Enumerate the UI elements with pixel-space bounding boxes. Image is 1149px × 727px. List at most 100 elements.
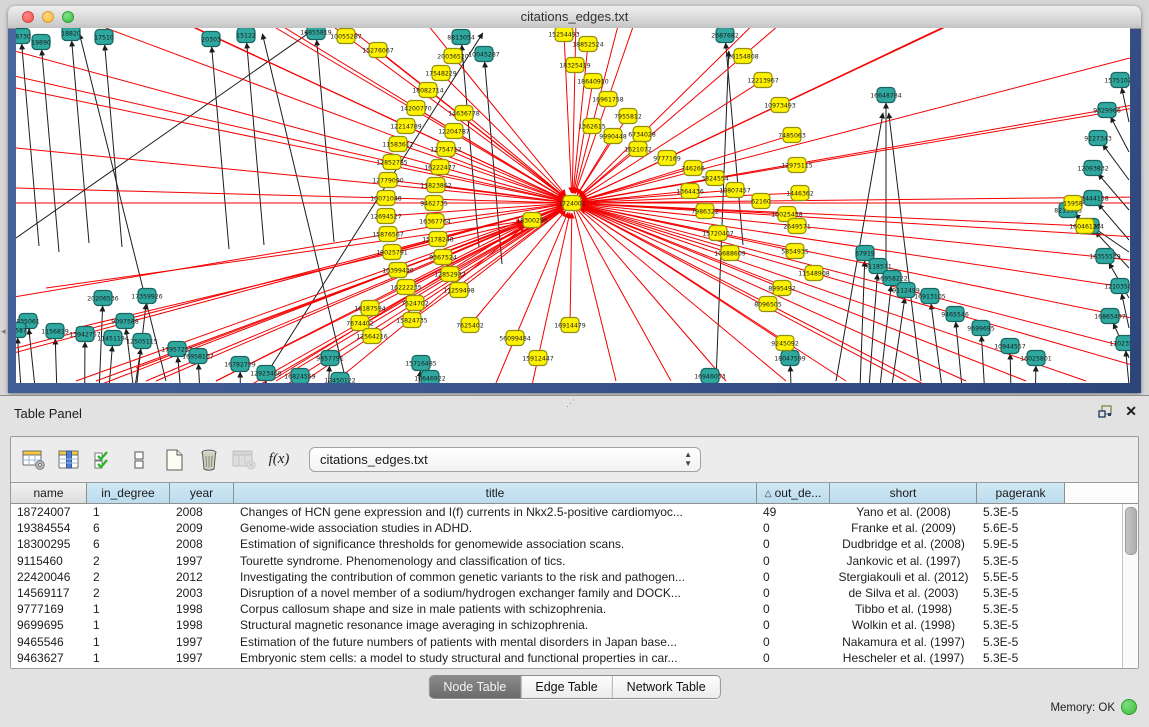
table-cell-pagerank[interactable]: 5.3E-5: [977, 505, 1065, 519]
network-node-yellow[interactable]: 3824554: [701, 171, 729, 186]
table-cell-short[interactable]: Wolkin et al. (1998): [830, 618, 977, 632]
network-node-yellow[interactable]: 7955812: [614, 109, 642, 124]
table-cell-in_degree[interactable]: 6: [87, 521, 170, 535]
table-cell-title[interactable]: Genome-wide association studies in ADHD.: [234, 521, 757, 535]
network-node-teal[interactable]: 16855819: [300, 28, 332, 40]
network-node-teal[interactable]: 17359926: [131, 289, 163, 304]
table-cell-pagerank[interactable]: 5.5E-5: [977, 570, 1065, 584]
table-cell-out_de[interactable]: 0: [757, 586, 830, 600]
table-cell-year[interactable]: 2008: [170, 537, 234, 551]
table-cell-name[interactable]: 9465546: [11, 635, 87, 649]
network-node-yellow[interactable]: 7986322: [691, 204, 719, 219]
table-cell-short[interactable]: Tibbo et al. (1998): [830, 602, 977, 616]
network-node-yellow[interactable]: 15178248: [422, 232, 454, 247]
table-cell-in_degree[interactable]: 1: [87, 618, 170, 632]
network-node-yellow[interactable]: 1446362: [786, 186, 814, 201]
table-cell-title[interactable]: Corpus callosum shape and size in male p…: [234, 602, 757, 616]
table-cell-year[interactable]: 1998: [170, 602, 234, 616]
table-cell-short[interactable]: Yano et al. (2008): [830, 505, 977, 519]
table-row[interactable]: 969969511998Structural magnetic resonanc…: [11, 617, 1123, 633]
network-node-teal[interactable]: 15716485: [405, 356, 437, 371]
table-cell-name[interactable]: 18300295: [11, 537, 87, 551]
network-node-yellow[interactable]: 15958: [1063, 196, 1083, 211]
table-row[interactable]: 2242004622012Investigating the contribut…: [11, 569, 1123, 585]
network-node-yellow[interactable]: 11548908: [798, 266, 830, 281]
network-node-yellow[interactable]: 14200770: [400, 101, 432, 116]
table-row[interactable]: 911546021997Tourette syndrome. Phenomeno…: [11, 553, 1123, 569]
table-cell-out_de[interactable]: 49: [757, 505, 830, 519]
network-node-yellow[interactable]: 14636778: [448, 106, 480, 121]
network-node-yellow[interactable]: 10688609: [714, 246, 746, 261]
column-header-out_de[interactable]: △out_de...: [757, 483, 830, 504]
table-cell-short[interactable]: Jankovic et al. (1997): [830, 554, 977, 568]
network-node-yellow[interactable]: 18082714: [412, 83, 444, 98]
network-node-yellow[interactable]: 16914479: [554, 318, 586, 333]
network-node-yellow[interactable]: 12213967: [747, 73, 779, 88]
table-cell-name[interactable]: 18724007: [11, 505, 87, 519]
table-cell-short[interactable]: Dudbridge et al. (2008): [830, 537, 977, 551]
network-node-yellow[interactable]: 746266: [681, 161, 705, 176]
network-node-teal[interactable]: 18730: [16, 29, 31, 44]
table-row[interactable]: 1938455462009Genome-wide association stu…: [11, 520, 1123, 536]
table-cell-out_de[interactable]: 0: [757, 537, 830, 551]
table-row[interactable]: 1456911722003Disruption of a novel membe…: [11, 585, 1123, 601]
network-node-yellow[interactable]: 12779090: [372, 173, 404, 188]
network-node-yellow[interactable]: 12694527: [370, 209, 402, 224]
table-row[interactable]: 946362711997Embryonic stem cells: a mode…: [11, 650, 1123, 666]
network-node-yellow[interactable]: 17548229: [425, 66, 457, 81]
vertical-scrollbar[interactable]: [1122, 504, 1138, 668]
new-table-icon[interactable]: [161, 447, 187, 473]
table-cell-short[interactable]: Franke et al. (2009): [830, 521, 977, 535]
network-node-yellow[interactable]: 9462735: [420, 196, 448, 211]
table-cell-out_de[interactable]: 0: [757, 602, 830, 616]
table-row[interactable]: 946554611997Estimation of the future num…: [11, 634, 1123, 650]
table-cell-year[interactable]: 1997: [170, 651, 234, 665]
table-cell-year[interactable]: 1998: [170, 618, 234, 632]
network-node-yellow[interactable]: 16154808: [727, 49, 759, 64]
window-titlebar[interactable]: citations_edges.txt: [8, 6, 1141, 29]
network-node-teal[interactable]: 8813054: [447, 30, 475, 45]
network-node-teal[interactable]: 16025801: [1020, 351, 1052, 366]
memory-status-icon[interactable]: [1121, 699, 1137, 715]
network-node-teal[interactable]: 16946053: [694, 369, 726, 384]
select-mode-icon[interactable]: [91, 447, 117, 473]
network-node-yellow[interactable]: 16961758: [592, 92, 624, 107]
network-node-teal[interactable]: 16865497: [1094, 309, 1126, 324]
show-column-icon[interactable]: [56, 447, 82, 473]
network-node-yellow[interactable]: 1362615: [578, 119, 606, 134]
network-node-teal[interactable]: 11023504: [1109, 336, 1130, 351]
column-header-year[interactable]: year: [170, 483, 234, 504]
delete-table-icon[interactable]: [196, 447, 222, 473]
network-node-teal[interactable]: 18820: [61, 28, 81, 41]
table-cell-pagerank[interactable]: 5.3E-5: [977, 602, 1065, 616]
table-cell-title[interactable]: Embryonic stem cells: a model to study s…: [234, 651, 757, 665]
network-node-teal[interactable]: 17510: [94, 30, 114, 45]
network-node-yellow[interactable]: 12852937: [434, 267, 466, 282]
nodes-layer[interactable]: 1873019890188201751020303151228813054100…: [16, 28, 1130, 383]
table-cell-in_degree[interactable]: 2: [87, 554, 170, 568]
network-node-teal[interactable]: 20206536: [87, 291, 119, 306]
table-cell-pagerank[interactable]: 5.9E-5: [977, 537, 1065, 551]
table-cell-name[interactable]: 9777169: [11, 602, 87, 616]
table-cell-title[interactable]: Investigating the contribution of common…: [234, 570, 757, 584]
network-node-teal[interactable]: 9699695: [967, 321, 995, 336]
table-cell-year[interactable]: 2009: [170, 521, 234, 535]
table-cell-pagerank[interactable]: 5.3E-5: [977, 651, 1065, 665]
tab-node-table[interactable]: Node Table: [429, 676, 521, 698]
table-cell-title[interactable]: Estimation of significance thresholds fo…: [234, 537, 757, 551]
network-node-teal[interactable]: 9329966: [1093, 103, 1121, 118]
table-cell-name[interactable]: 19384554: [11, 521, 87, 535]
close-panel-icon[interactable]: ✕: [1125, 403, 1137, 420]
network-node-yellow[interactable]: 5854935: [781, 244, 809, 259]
network-node-yellow[interactable]: 62160: [751, 194, 771, 209]
network-node-teal[interactable]: 2687682: [711, 28, 739, 43]
table-cell-in_degree[interactable]: 1: [87, 505, 170, 519]
table-cell-pagerank[interactable]: 5.3E-5: [977, 586, 1065, 600]
table-row[interactable]: 1872400712008Changes of HCN gene express…: [11, 504, 1123, 520]
table-cell-year[interactable]: 1997: [170, 554, 234, 568]
table-cell-short[interactable]: Stergiakouli et al. (2012): [830, 570, 977, 584]
table-cell-title[interactable]: Disruption of a novel member of a sodium…: [234, 586, 757, 600]
network-node-yellow[interactable]: 16367764: [419, 214, 451, 229]
table-cell-year[interactable]: 2003: [170, 586, 234, 600]
network-node-teal[interactable]: 15122: [236, 28, 256, 43]
